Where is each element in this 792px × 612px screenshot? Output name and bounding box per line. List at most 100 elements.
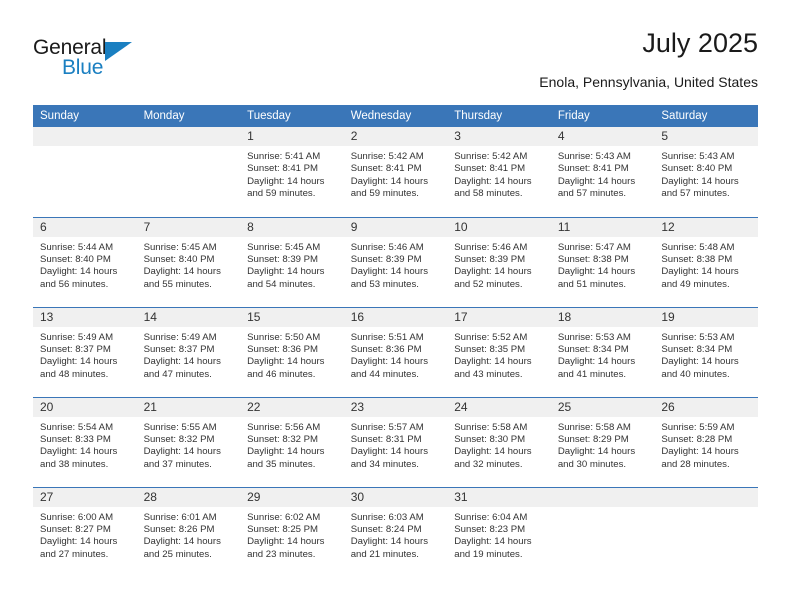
sunset-text: Sunset: 8:41 PM: [247, 163, 319, 175]
daylight-text-line1: Daylight: 14 hours: [661, 266, 739, 278]
calendar-table: Sunday Monday Tuesday Wednesday Thursday…: [33, 105, 758, 577]
calendar-day-cell[interactable]: 3 Sunrise: 5:42 AM Sunset: 8:41 PM Daylight…: [447, 127, 551, 217]
sunrise-text: Sunrise: 5:57 AM: [350, 421, 424, 433]
logo-text-blue: Blue: [62, 56, 104, 79]
daylight-text-line1: Daylight: 14 hours: [557, 266, 636, 278]
daylight-text-line1: Daylight: 14 hours: [557, 175, 636, 187]
daylight-text-line1: Daylight: 14 hours: [661, 356, 739, 368]
day-details: Sunrise: 5:46 AM Sunset: 8:39 PM Daylight:…: [344, 237, 448, 292]
daylight-text-line2: and 43 minutes.: [454, 368, 523, 380]
calendar-day-cell[interactable]: 8 Sunrise: 5:45 AM Sunset: 8:39 PM Daylight…: [240, 216, 344, 307]
sunrise-text: Sunrise: 6:00 AM: [40, 511, 114, 523]
sunrise-text: Sunrise: 5:54 AM: [40, 421, 114, 433]
calendar-day-cell[interactable]: 29 Sunrise: 6:02 AM Sunset: 8:25 PM Dayligh…: [240, 486, 344, 577]
daylight-text-line1: Daylight: 14 hours: [661, 446, 739, 458]
calendar-day-cell[interactable]: 7 Sunrise: 5:45 AM Sunset: 8:40 PM Daylight…: [136, 216, 241, 307]
calendar-day-cell-empty: [136, 127, 241, 217]
calendar-day-cell[interactable]: 9 Sunrise: 5:46 AM Sunset: 8:39 PM Daylight…: [343, 216, 448, 307]
day-number: 26: [654, 397, 758, 417]
calendar-day-cell[interactable]: 15 Sunrise: 5:50 AM Sunset: 8:36 PM Dayligh…: [240, 306, 344, 397]
day-details: Sunrise: 5:53 AM Sunset: 8:34 PM Daylight:…: [551, 327, 655, 382]
sunset-text: Sunset: 8:29 PM: [557, 433, 629, 445]
day-number: 27: [33, 487, 137, 507]
calendar-day-cell[interactable]: 14 Sunrise: 5:49 AM Sunset: 8:37 PM Dayligh…: [136, 306, 241, 397]
sunset-text: Sunset: 8:39 PM: [350, 253, 422, 265]
calendar-day-cell[interactable]: 19 Sunrise: 5:53 AM Sunset: 8:34 PM Dayligh…: [654, 306, 758, 397]
calendar-day-cell[interactable]: 1 Sunrise: 5:41 AM Sunset: 8:41 PM Daylight…: [240, 127, 344, 217]
daylight-text-line2: and 51 minutes.: [557, 278, 627, 290]
daylight-text-line2: and 47 minutes.: [143, 368, 212, 380]
day-number: [654, 487, 758, 507]
sunrise-text: Sunrise: 5:52 AM: [454, 331, 528, 343]
calendar-day-cell[interactable]: 12 Sunrise: 5:48 AM Sunset: 8:38 PM Dayligh…: [654, 216, 758, 307]
calendar-day-cell[interactable]: 17 Sunrise: 5:52 AM Sunset: 8:35 PM Dayligh…: [447, 306, 551, 397]
calendar-day-cell[interactable]: 30 Sunrise: 6:03 AM Sunset: 8:24 PM Dayligh…: [343, 486, 448, 577]
sunset-text: Sunset: 8:31 PM: [350, 433, 422, 445]
sunrise-text: Sunrise: 5:58 AM: [454, 421, 528, 433]
day-details: Sunrise: 5:44 AM Sunset: 8:40 PM Daylight:…: [33, 237, 137, 292]
day-number: 4: [550, 127, 655, 146]
daylight-text-line2: and 54 minutes.: [247, 278, 316, 290]
sunset-text: Sunset: 8:41 PM: [557, 163, 629, 175]
day-details: Sunrise: 5:46 AM Sunset: 8:39 PM Daylight:…: [447, 237, 551, 292]
day-details: Sunrise: 5:47 AM Sunset: 8:38 PM Daylight:…: [551, 237, 655, 292]
calendar-day-cell[interactable]: 6 Sunrise: 5:44 AM Sunset: 8:40 PM Daylight…: [33, 216, 137, 307]
day-number: 3: [447, 127, 551, 146]
daylight-text-line2: and 32 minutes.: [454, 458, 523, 470]
calendar-week-row: 6 Sunrise: 5:44 AM Sunset: 8:40 PM Daylight…: [33, 216, 758, 307]
day-number: 31: [447, 487, 551, 507]
daylight-text-line2: and 35 minutes.: [247, 458, 316, 470]
sunrise-text: Sunrise: 5:59 AM: [661, 421, 735, 433]
sunrise-text: Sunrise: 5:56 AM: [247, 421, 321, 433]
day-number: 14: [136, 307, 241, 327]
sunrise-text: Sunrise: 5:45 AM: [247, 241, 321, 253]
page-subtitle-location: Enola, Pennsylvania, United States: [539, 74, 758, 90]
calendar-day-cell[interactable]: 31 Sunrise: 6:04 AM Sunset: 8:23 PM Dayligh…: [447, 486, 551, 577]
weekday-header-saturday: Saturday: [654, 105, 758, 127]
daylight-text-line2: and 59 minutes.: [350, 188, 419, 200]
calendar-day-cell[interactable]: 20 Sunrise: 5:54 AM Sunset: 8:33 PM Dayligh…: [33, 396, 137, 487]
daylight-text-line2: and 49 minutes.: [661, 278, 730, 290]
day-number: 18: [550, 307, 655, 327]
day-details: Sunrise: 5:45 AM Sunset: 8:39 PM Daylight:…: [240, 237, 344, 292]
daylight-text-line1: Daylight: 14 hours: [143, 446, 221, 458]
day-details: Sunrise: 5:43 AM Sunset: 8:41 PM Daylight:…: [551, 146, 655, 201]
weekday-header-friday: Friday: [550, 105, 655, 127]
calendar-day-cell[interactable]: 5 Sunrise: 5:43 AM Sunset: 8:40 PM Daylight…: [654, 127, 758, 217]
calendar-day-cell[interactable]: 4 Sunrise: 5:43 AM Sunset: 8:41 PM Daylight…: [550, 127, 655, 217]
sunrise-text: Sunrise: 5:41 AM: [247, 151, 321, 162]
day-number: 30: [343, 487, 448, 507]
calendar-day-cell[interactable]: 2 Sunrise: 5:42 AM Sunset: 8:41 PM Daylight…: [343, 127, 448, 217]
daylight-text-line2: and 59 minutes.: [247, 188, 316, 200]
day-number: 29: [240, 487, 344, 507]
day-number: 2: [343, 127, 448, 146]
calendar-day-cell[interactable]: 13 Sunrise: 5:49 AM Sunset: 8:37 PM Dayligh…: [33, 306, 137, 397]
day-details: Sunrise: 6:02 AM Sunset: 8:25 PM Daylight:…: [240, 507, 344, 562]
day-number: 9: [343, 217, 448, 237]
calendar-day-cell[interactable]: 10 Sunrise: 5:46 AM Sunset: 8:39 PM Dayligh…: [447, 216, 551, 307]
sunset-text: Sunset: 8:27 PM: [40, 523, 111, 535]
sunset-text: Sunset: 8:32 PM: [247, 433, 319, 445]
calendar-day-cell[interactable]: 26 Sunrise: 5:59 AM Sunset: 8:28 PM Dayligh…: [654, 396, 758, 487]
calendar-day-cell[interactable]: 21 Sunrise: 5:55 AM Sunset: 8:32 PM Dayligh…: [136, 396, 241, 487]
day-number: 5: [654, 127, 758, 146]
generalblue-logo[interactable]: General Blue: [33, 36, 173, 84]
day-number: 21: [136, 397, 241, 417]
calendar-day-cell[interactable]: 22 Sunrise: 5:56 AM Sunset: 8:32 PM Dayligh…: [240, 396, 344, 487]
day-number: 16: [343, 307, 448, 327]
day-details: Sunrise: 5:42 AM Sunset: 8:41 PM Daylight:…: [447, 146, 551, 201]
calendar-day-cell[interactable]: 16 Sunrise: 5:51 AM Sunset: 8:36 PM Dayligh…: [343, 306, 448, 397]
calendar-day-cell[interactable]: 18 Sunrise: 5:53 AM Sunset: 8:34 PM Dayligh…: [550, 306, 655, 397]
calendar-day-cell[interactable]: 25 Sunrise: 5:58 AM Sunset: 8:29 PM Dayligh…: [550, 396, 655, 487]
sunset-text: Sunset: 8:41 PM: [454, 163, 526, 175]
calendar-day-cell[interactable]: 28 Sunrise: 6:01 AM Sunset: 8:26 PM Dayligh…: [136, 486, 241, 577]
daylight-text-line1: Daylight: 14 hours: [247, 446, 325, 458]
daylight-text-line2: and 41 minutes.: [557, 368, 627, 380]
calendar-day-cell[interactable]: 24 Sunrise: 5:58 AM Sunset: 8:30 PM Dayligh…: [447, 396, 551, 487]
sunrise-text: Sunrise: 5:43 AM: [557, 151, 631, 162]
day-number: 13: [33, 307, 137, 327]
calendar-day-cell[interactable]: 23 Sunrise: 5:57 AM Sunset: 8:31 PM Dayligh…: [343, 396, 448, 487]
sunset-text: Sunset: 8:37 PM: [40, 343, 111, 355]
calendar-day-cell[interactable]: 27 Sunrise: 6:00 AM Sunset: 8:27 PM Dayligh…: [33, 486, 137, 577]
calendar-day-cell[interactable]: 11 Sunrise: 5:47 AM Sunset: 8:38 PM Dayligh…: [550, 216, 655, 307]
